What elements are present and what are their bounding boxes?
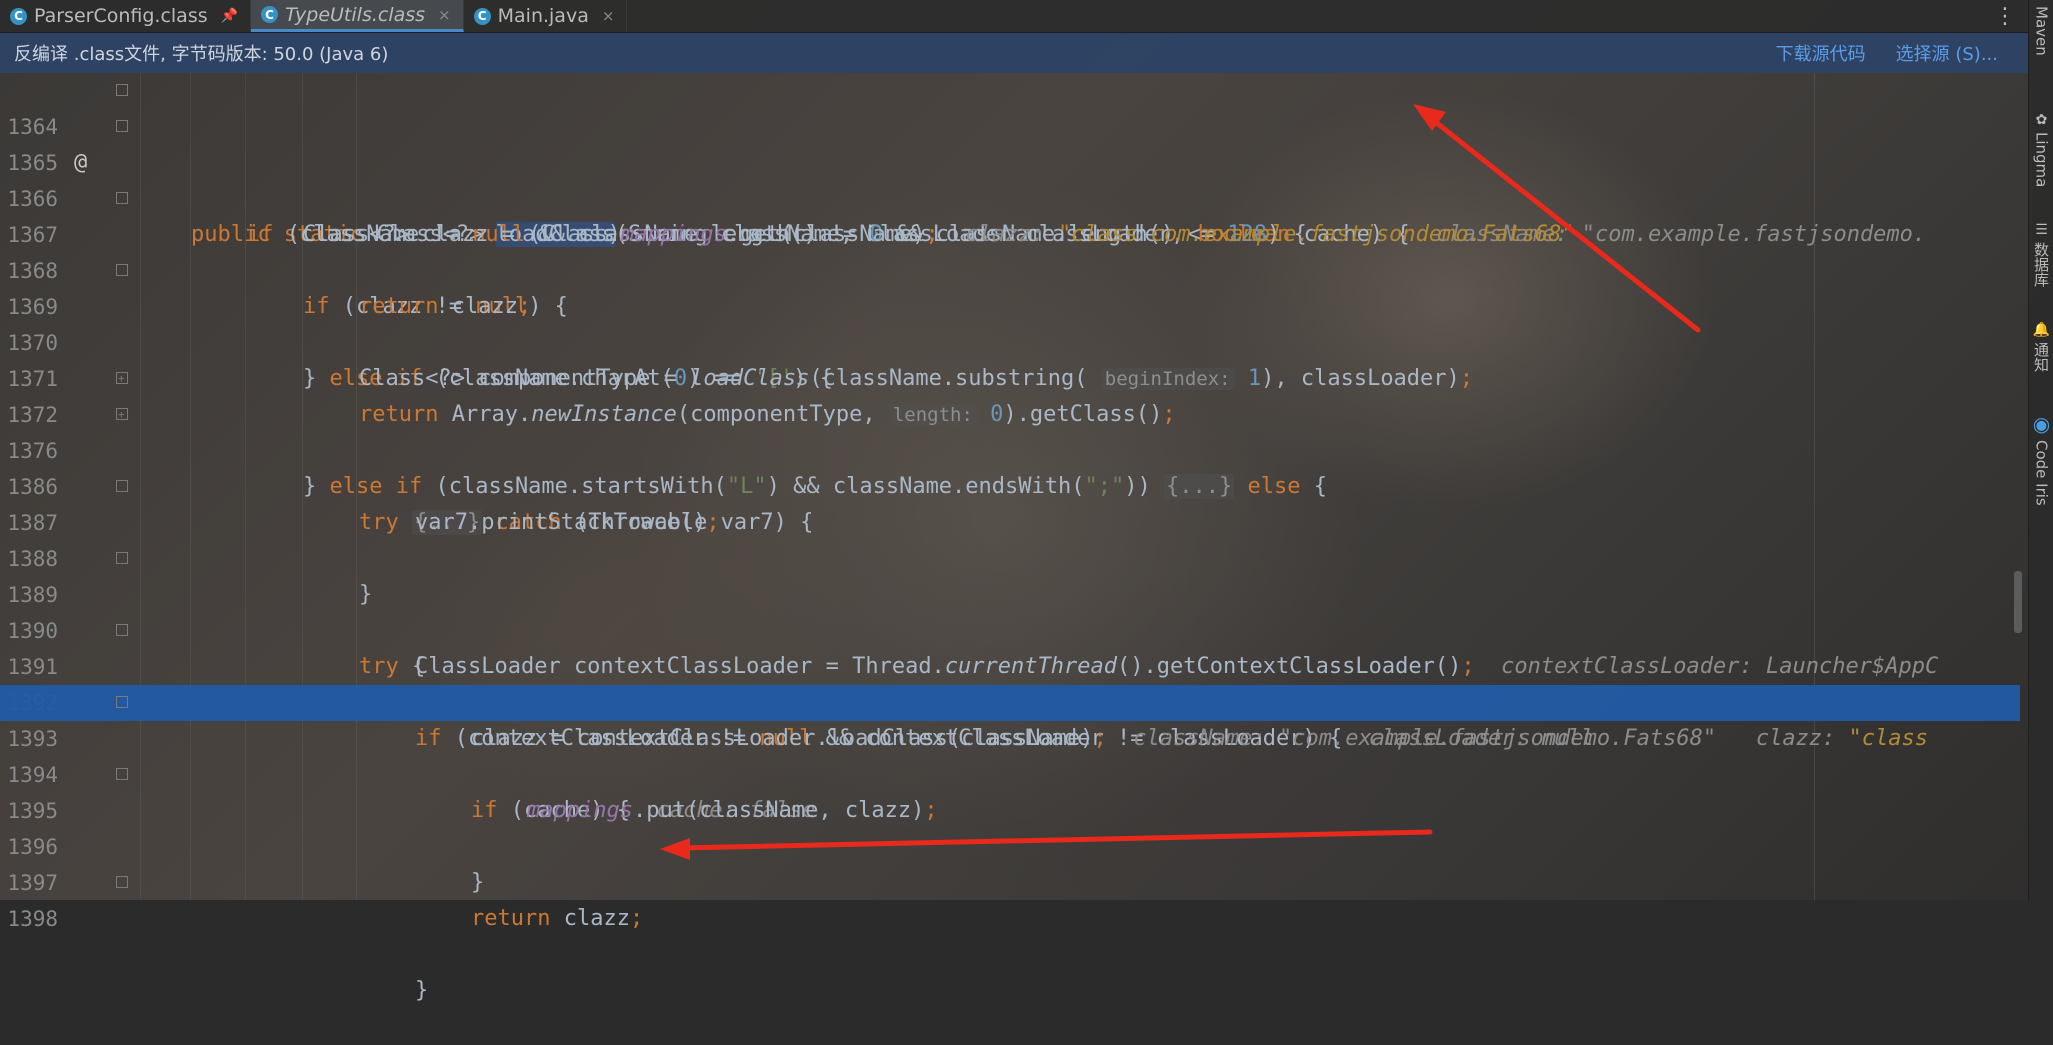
code-line[interactable]: 1398 } bbox=[0, 865, 2020, 1003]
fold-icon[interactable] bbox=[116, 552, 128, 564]
code-line[interactable]: 1386 var7.printStackTrace(); bbox=[0, 433, 2020, 535]
tab-parserconfig[interactable]: C ParserConfig.class 📌 bbox=[0, 0, 252, 32]
fold-icon[interactable] bbox=[116, 696, 128, 708]
code-line[interactable]: 1368 return clazz; bbox=[0, 217, 2020, 319]
code-line[interactable]: 1395 } bbox=[0, 757, 2020, 895]
line-number: 1398 bbox=[7, 907, 58, 931]
close-icon[interactable]: × bbox=[438, 6, 451, 24]
tab-label: Main.java bbox=[497, 5, 589, 27]
code-line[interactable]: 1369 } else if (className.charAt(0) == '… bbox=[0, 253, 2020, 391]
tool-notifications[interactable]: 🔔 通知 bbox=[2029, 322, 2053, 372]
expand-fold-icon[interactable] bbox=[116, 397, 128, 433]
code-line[interactable]: 1392 clazz = contextClassLoader.loadClas… bbox=[0, 649, 2020, 751]
code-line[interactable]: 1397 return clazz; bbox=[0, 829, 2020, 931]
code-line[interactable]: 1389 try { bbox=[0, 541, 2020, 679]
tool-maven[interactable]: Maven bbox=[2029, 6, 2053, 56]
class-icon: C bbox=[10, 7, 27, 25]
code-line[interactable]: 1387 } bbox=[0, 469, 2020, 607]
right-tool-strip: Maven ✿ Lingma ☰ 数据库 🔔 通知 ◉ Code Iris bbox=[2028, 0, 2053, 900]
fold-icon[interactable] bbox=[116, 264, 128, 276]
tab-typeutils[interactable]: C TypeUtils.class × bbox=[251, 0, 464, 32]
pin-icon[interactable]: 📌 bbox=[221, 8, 238, 24]
code-line[interactable]: 1364 @ public static Class<?> loadClass(… bbox=[0, 73, 2020, 247]
code-lines: 1364 @ public static Class<?> loadClass(… bbox=[0, 73, 2020, 1003]
fold-icon[interactable] bbox=[116, 624, 128, 636]
tool-label: 数据库 bbox=[2032, 242, 2050, 287]
tool-label: Maven bbox=[2032, 6, 2051, 56]
code-line[interactable]: 1396 bbox=[0, 793, 2020, 859]
fold-icon[interactable] bbox=[116, 84, 128, 96]
editor-scrollbar-thumb[interactable] bbox=[2014, 571, 2022, 633]
code-line[interactable]: 1372 } else if (className.startsWith("L"… bbox=[0, 361, 2020, 499]
current-execution-line[interactable]: 1393 if (cache) { cache: false bbox=[0, 685, 2020, 823]
tool-database[interactable]: ☰ 数据库 bbox=[2029, 222, 2053, 287]
close-icon[interactable]: × bbox=[602, 7, 615, 25]
choose-sources-link[interactable]: 选择源 (S)... bbox=[1896, 40, 1998, 66]
code-line[interactable]: 1394 mappings.put(className, clazz); bbox=[0, 721, 2020, 823]
fold-icon[interactable] bbox=[116, 480, 128, 492]
code-line[interactable]: 1367 if (clazz != null) { bbox=[0, 181, 2020, 319]
download-sources-link[interactable]: 下载源代码 bbox=[1776, 40, 1866, 66]
code-line[interactable]: 1370 Class<?> componentType = loadClass(… bbox=[0, 289, 2020, 391]
fold-icon[interactable] bbox=[116, 768, 128, 780]
java-class-icon: C bbox=[473, 7, 491, 25]
fold-icon[interactable] bbox=[116, 120, 128, 132]
tool-label: Code Iris bbox=[2032, 440, 2051, 506]
tool-label: 通知 bbox=[2032, 342, 2050, 372]
decompiled-banner: 反编译 .class文件, 字节码版本: 50.0 (Java 6) 下载源代码… bbox=[0, 33, 2028, 73]
code-line[interactable]: 1388 bbox=[0, 505, 2020, 571]
code-line[interactable]: 1371 return Array.newInstance(componentT… bbox=[0, 325, 2020, 427]
lingma-icon: ✿ bbox=[2035, 112, 2048, 128]
code-editor[interactable]: 1364 @ public static Class<?> loadClass(… bbox=[0, 73, 2028, 1003]
tool-label: Lingma bbox=[2032, 132, 2051, 188]
fold-icon[interactable] bbox=[116, 876, 128, 888]
tool-code-iris[interactable]: ◉ Code Iris bbox=[2029, 412, 2053, 506]
banner-message: 反编译 .class文件, 字节码版本: 50.0 (Java 6) bbox=[14, 44, 389, 65]
more-options-icon[interactable]: ⋮ bbox=[1990, 0, 2020, 32]
code-line[interactable]: 1390 ClassLoader contextClassLoader = Th… bbox=[0, 577, 2020, 679]
expand-fold-icon[interactable] bbox=[116, 361, 128, 397]
code-line[interactable]: 1365 if (className != null && className.… bbox=[0, 109, 2020, 247]
fold-icon[interactable] bbox=[116, 192, 128, 204]
tab-label: TypeUtils.class bbox=[285, 3, 426, 26]
code-iris-icon: ◉ bbox=[2032, 412, 2051, 436]
tab-label: ParserConfig.class bbox=[34, 5, 208, 27]
tab-main-java[interactable]: C Main.java × bbox=[464, 0, 628, 32]
database-icon: ☰ bbox=[2035, 222, 2048, 238]
code-line[interactable]: 1376 try {...} catch (Throwable var7) { bbox=[0, 397, 2020, 535]
tool-lingma[interactable]: ✿ Lingma bbox=[2029, 112, 2053, 187]
editor-tab-bar: C ParserConfig.class 📌 C TypeUtils.class… bbox=[0, 0, 2028, 33]
bell-icon: 🔔 bbox=[2032, 322, 2051, 338]
code-line[interactable]: 1391 if (contextClassLoader != null && c… bbox=[0, 613, 2020, 751]
class-icon: C bbox=[261, 6, 279, 23]
code-line[interactable]: 1366 Class<?> clazz = (Class)mappings.ge… bbox=[0, 145, 2020, 247]
